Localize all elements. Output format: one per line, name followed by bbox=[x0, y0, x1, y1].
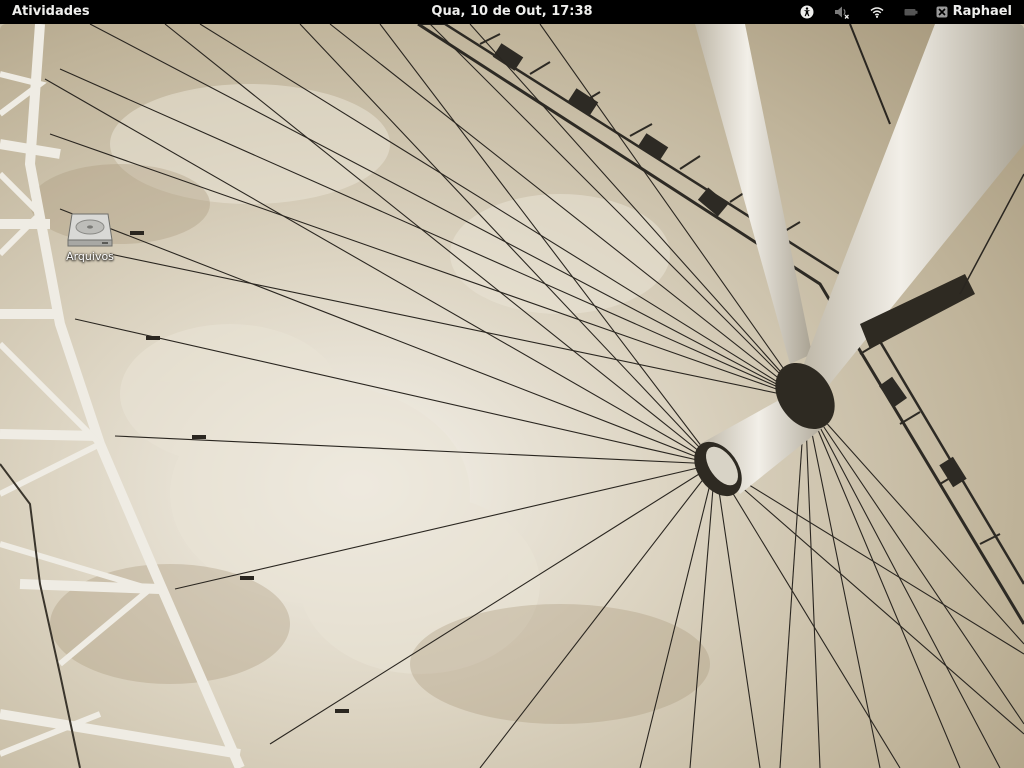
power-menu[interactable] bbox=[904, 3, 918, 21]
user-menu[interactable]: Raphael bbox=[936, 3, 1012, 21]
activities-button[interactable]: Atividades bbox=[12, 3, 90, 21]
hard-disk-icon bbox=[67, 213, 113, 247]
wifi-icon bbox=[870, 7, 884, 18]
desktop-screen: Atividades Qua, 10 de Out, 17:38 Raphael… bbox=[0, 0, 1024, 768]
accessibility-icon bbox=[800, 5, 814, 19]
clock-menu[interactable]: Qua, 10 de Out, 17:38 bbox=[382, 3, 642, 21]
desktop-wallpaper bbox=[0, 24, 1024, 768]
ferris-wheel-photo bbox=[0, 24, 1024, 768]
desktop-icon-label: Arquivos bbox=[66, 250, 114, 263]
battery-icon bbox=[904, 9, 918, 16]
user-status-icon bbox=[936, 6, 948, 18]
desktop-icon-arquivos[interactable]: Arquivos bbox=[58, 210, 122, 264]
accessibility-menu[interactable] bbox=[800, 3, 814, 21]
network-menu[interactable] bbox=[870, 3, 884, 21]
volume-menu[interactable] bbox=[834, 3, 850, 21]
user-name: Raphael bbox=[952, 4, 1012, 19]
status-area: Raphael bbox=[780, 3, 1012, 21]
volume-muted-icon bbox=[834, 6, 849, 19]
top-panel: Atividades Qua, 10 de Out, 17:38 Raphael bbox=[0, 0, 1024, 24]
